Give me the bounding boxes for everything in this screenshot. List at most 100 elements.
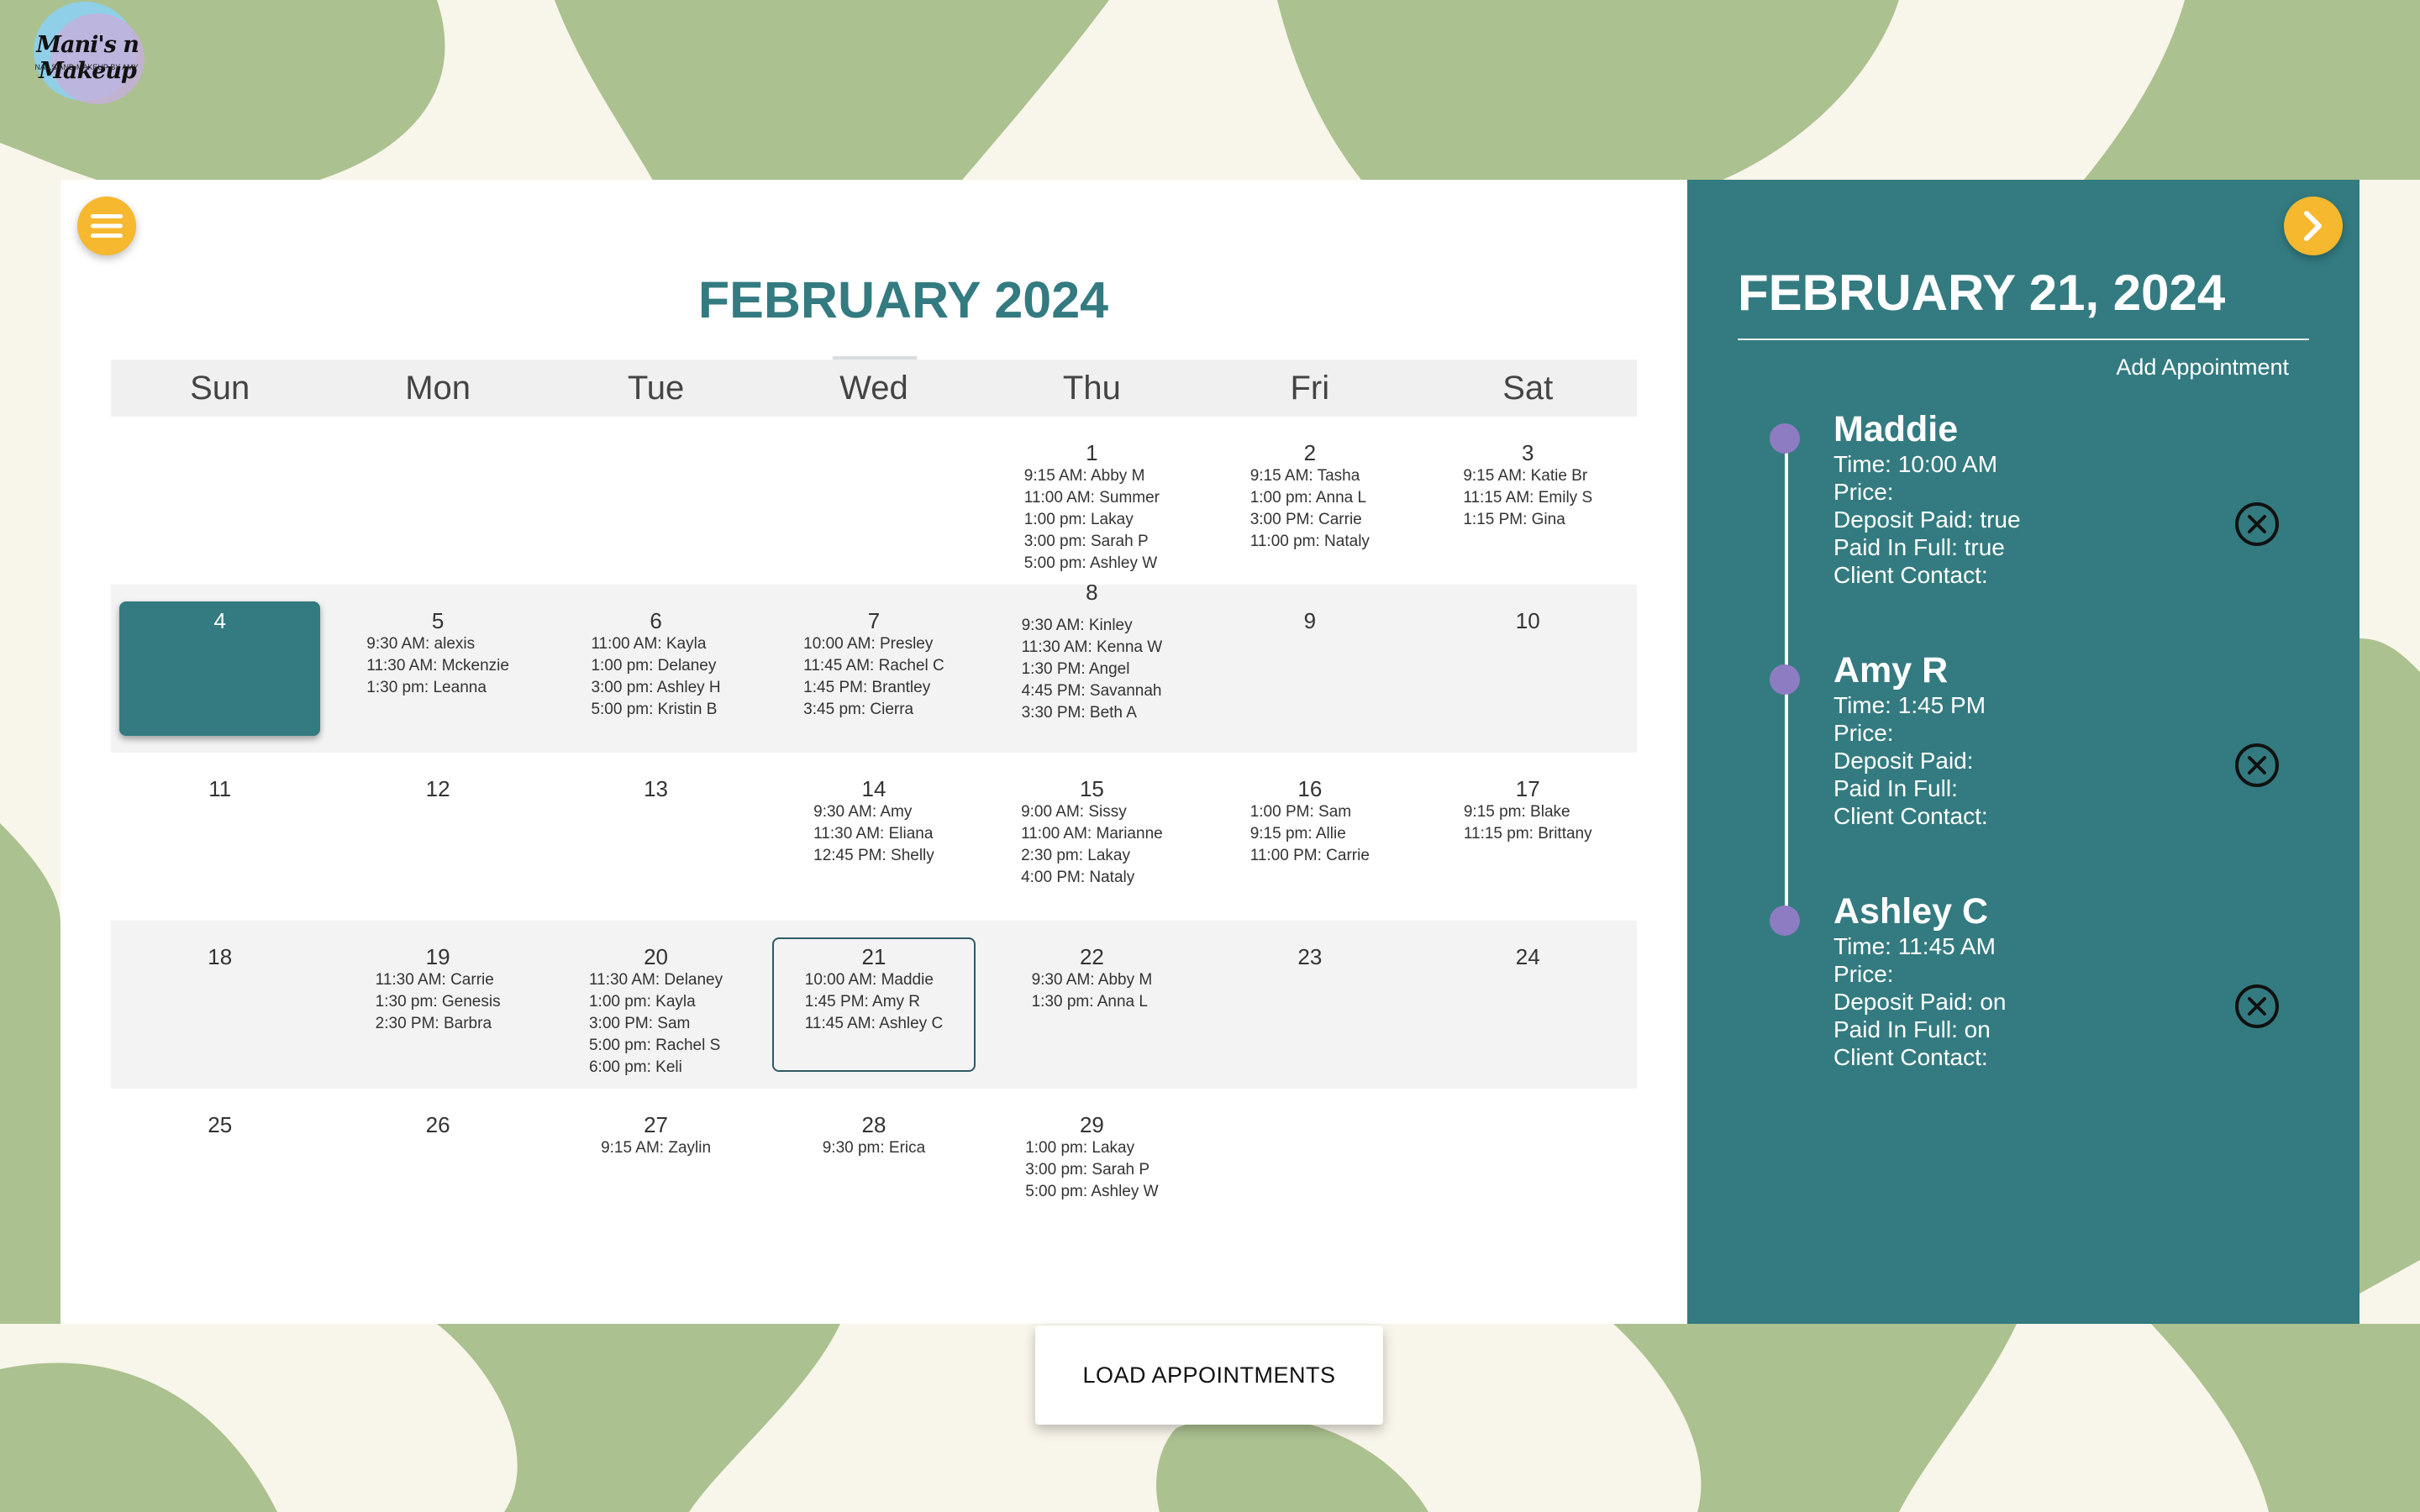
appointment-label[interactable]: 9:15 AM: Abby M	[1024, 465, 1160, 487]
day-cell-4[interactable]: 4	[111, 585, 329, 753]
day-cell-1[interactable]: 1 9:15 AM: Abby M 11:00 AM: Summer 1:00 pm:…	[983, 417, 1201, 585]
appointment-label[interactable]: 4:45 PM: Savannah	[1022, 680, 1163, 702]
appointment-label[interactable]: 12:45 PM: Shelly	[813, 845, 934, 867]
appointment-label[interactable]: 3:00 pm: Sarah P	[1024, 531, 1160, 553]
appointment-label[interactable]: 2:30 pm: Lakay	[1021, 845, 1163, 867]
appointment-label[interactable]: 9:30 AM: alexis	[366, 633, 509, 655]
close-circle-icon[interactable]	[2233, 983, 2281, 1030]
appointment-label[interactable]: 3:45 pm: Cierra	[803, 699, 944, 721]
appointment-label[interactable]: 9:00 AM: Sissy	[1021, 801, 1163, 823]
appointment-label[interactable]: 1:30 PM: Angel	[1022, 659, 1163, 680]
day-cell-6[interactable]: 6 11:00 AM: Kayla 1:00 pm: Delaney 3:00 pm:…	[547, 585, 765, 753]
day-cell-3[interactable]: 3 9:15 AM: Katie Br 11:15 AM: Emily S 1:15 …	[1419, 417, 1637, 585]
appointment-label[interactable]: 11:00 AM: Summer	[1024, 487, 1160, 509]
appointment-label[interactable]: 10:00 AM: Presley	[803, 633, 944, 655]
day-cell-14[interactable]: 14 9:30 AM: Amy 11:30 AM: Eliana 12:45 PM: …	[765, 753, 982, 921]
day-cell-9[interactable]: 9	[1201, 585, 1418, 753]
appointment-label[interactable]: 11:15 AM: Emily S	[1463, 487, 1592, 509]
day-cell-5[interactable]: 5 9:30 AM: alexis 11:30 AM: Mckenzie 1:30 p…	[329, 585, 546, 753]
appointment-label[interactable]: 1:00 PM: Sam	[1250, 801, 1370, 823]
appointment-label[interactable]: 9:15 pm: Blake	[1464, 801, 1592, 823]
appointment-label[interactable]: 1:15 PM: Gina	[1463, 509, 1592, 531]
day-cell-11[interactable]: 11	[111, 753, 329, 921]
close-circle-icon[interactable]	[2233, 742, 2281, 789]
appointment-label[interactable]: 3:00 pm: Sarah P	[1025, 1159, 1158, 1181]
appointment-label[interactable]: 3:00 PM: Sam	[589, 1013, 723, 1035]
appointment-label[interactable]: 1:45 PM: Brantley	[803, 677, 944, 699]
day-cell-7[interactable]: 7 10:00 AM: Presley 11:45 AM: Rachel C 1:45…	[765, 585, 982, 753]
appointment-label[interactable]: 5:00 pm: Kristin B	[591, 699, 720, 721]
appointment-label[interactable]: 4:00 PM: Nataly	[1021, 867, 1163, 889]
day-cell-12[interactable]: 12	[329, 753, 546, 921]
day-cell-28[interactable]: 28 9:30 pm: Erica	[765, 1089, 982, 1257]
appointment-label[interactable]: 9:30 AM: Amy	[813, 801, 934, 823]
day-cell-17[interactable]: 17 9:15 pm: Blake 11:15 pm: Brittany	[1419, 753, 1637, 921]
calendar-week-row: 25 26 27 9:15 AM: Zaylin 28 9:30 pm: Erica 29 1…	[111, 1089, 1637, 1257]
appointment-label[interactable]: 10:00 AM: Maddie	[805, 969, 943, 991]
appointment-label[interactable]: 11:30 AM: Delaney	[589, 969, 723, 991]
appointment-label[interactable]: 9:15 AM: Zaylin	[601, 1137, 711, 1159]
day-cell-15[interactable]: 15 9:00 AM: Sissy 11:00 AM: Marianne 2:30 p…	[983, 753, 1201, 921]
calendar-week-row: 1 9:15 AM: Abby M 11:00 AM: Summer 1:00 pm:…	[111, 417, 1637, 585]
day-cell-23[interactable]: 23	[1201, 921, 1418, 1089]
appointment-label[interactable]: 11:30 AM: Carrie	[376, 969, 501, 991]
appointment-label[interactable]: 3:00 PM: Carrie	[1250, 509, 1370, 531]
day-cell-21[interactable]: 21 10:00 AM: Maddie 1:45 PM: Amy R 11:45 AM…	[765, 921, 982, 1089]
appointment-label[interactable]: 1:00 pm: Delaney	[591, 655, 720, 677]
appointment-label[interactable]: 1:00 pm: Lakay	[1025, 1137, 1158, 1159]
day-cell-27[interactable]: 27 9:15 AM: Zaylin	[547, 1089, 765, 1257]
appointment-label[interactable]: 9:30 AM: Abby M	[1032, 969, 1153, 991]
appointment-label[interactable]: 11:30 AM: Mckenzie	[366, 655, 509, 677]
appointment-label[interactable]: 5:00 pm: Ashley W	[1024, 553, 1160, 575]
appointment-label[interactable]: 1:00 pm: Lakay	[1024, 509, 1160, 531]
day-cell-18[interactable]: 18	[111, 921, 329, 1089]
appointment-label[interactable]: 11:00 pm: Nataly	[1250, 531, 1370, 553]
appointment-label[interactable]: 5:00 pm: Rachel S	[589, 1035, 723, 1057]
day-number: 9	[1303, 608, 1317, 633]
appointment-label[interactable]: 11:00 AM: Kayla	[591, 633, 720, 655]
load-appointments-button[interactable]: LOAD APPOINTMENTS	[1035, 1326, 1383, 1425]
appointment-label[interactable]: 9:15 AM: Katie Br	[1463, 465, 1592, 487]
day-cell-24[interactable]: 24	[1419, 921, 1637, 1089]
appointment-label[interactable]: 1:30 pm: Genesis	[376, 991, 501, 1013]
appointment-label[interactable]: 1:45 PM: Amy R	[805, 991, 943, 1013]
appointment-label[interactable]: 3:00 pm: Ashley H	[591, 677, 720, 699]
appointment-label[interactable]: 1:00 pm: Kayla	[589, 991, 723, 1013]
appointment-label[interactable]: 11:45 AM: Ashley C	[805, 1013, 943, 1035]
appointment-label[interactable]: 11:00 AM: Marianne	[1021, 823, 1163, 845]
add-appointment-link[interactable]: Add Appointment	[2116, 354, 2289, 381]
appointment-label[interactable]: 6:00 pm: Keli	[589, 1057, 723, 1079]
day-cell-26[interactable]: 26	[329, 1089, 546, 1257]
appointment-label[interactable]: 9:15 AM: Tasha	[1250, 465, 1370, 487]
appointment-label[interactable]: 1:30 pm: Leanna	[366, 677, 509, 699]
appointment-label[interactable]: 1:00 pm: Anna L	[1250, 487, 1370, 509]
appointment-label[interactable]: 2:30 PM: Barbra	[376, 1013, 501, 1035]
next-button[interactable]	[2284, 197, 2343, 255]
appointment-label[interactable]: 9:30 pm: Erica	[823, 1137, 926, 1159]
appointment-label[interactable]: 11:45 AM: Rachel C	[803, 655, 944, 677]
appointment-deposit: Deposit Paid: true	[1833, 507, 2021, 533]
day-cell-20[interactable]: 20 11:30 AM: Delaney 1:00 pm: Kayla 3:00 PM…	[547, 921, 765, 1089]
day-cell-16[interactable]: 16 1:00 PM: Sam 9:15 pm: Allie 11:00 PM: Ca…	[1201, 753, 1418, 921]
day-cell-10[interactable]: 10	[1419, 585, 1637, 753]
day-cell-19[interactable]: 19 11:30 AM: Carrie 1:30 pm: Genesis 2:30 P…	[329, 921, 546, 1089]
appointment-label[interactable]: 11:00 PM: Carrie	[1250, 845, 1370, 867]
appointment-label[interactable]: 1:30 pm: Anna L	[1032, 991, 1153, 1013]
appointment-label[interactable]: 9:30 AM: Kinley	[1022, 615, 1163, 637]
appointment-label[interactable]: 11:15 pm: Brittany	[1464, 823, 1592, 845]
menu-button[interactable]	[77, 197, 136, 255]
appointment-label[interactable]: 9:15 pm: Allie	[1250, 823, 1370, 845]
day-cell-13[interactable]: 13	[547, 753, 765, 921]
day-cell-29[interactable]: 29 1:00 pm: Lakay 3:00 pm: Sarah P 5:00 pm:…	[983, 1089, 1201, 1257]
calendar-week-row: 11 12 13 14 9:30 AM: Amy 11:30 AM: Eliana 12:4…	[111, 753, 1637, 921]
day-cell-25[interactable]: 25	[111, 1089, 329, 1257]
appointment-label[interactable]: 3:30 PM: Beth A	[1022, 702, 1163, 724]
close-circle-icon[interactable]	[2233, 501, 2281, 548]
day-cell-2[interactable]: 2 9:15 AM: Tasha 1:00 pm: Anna L 3:00 PM: C…	[1201, 417, 1418, 585]
appointment-label[interactable]: 11:30 AM: Kenna W	[1022, 637, 1163, 659]
appointment-label[interactable]: 11:30 AM: Eliana	[813, 823, 934, 845]
calendar-week-row: 4 5 9:30 AM: alexis 11:30 AM: Mckenzie 1:30 …	[111, 585, 1637, 753]
appointment-label[interactable]: 5:00 pm: Ashley W	[1025, 1181, 1158, 1203]
day-cell-22[interactable]: 22 9:30 AM: Abby M 1:30 pm: Anna L	[983, 921, 1201, 1089]
day-cell-8[interactable]: 8 9:30 AM: Kinley 11:30 AM: Kenna W 1:30 PM…	[983, 585, 1201, 753]
